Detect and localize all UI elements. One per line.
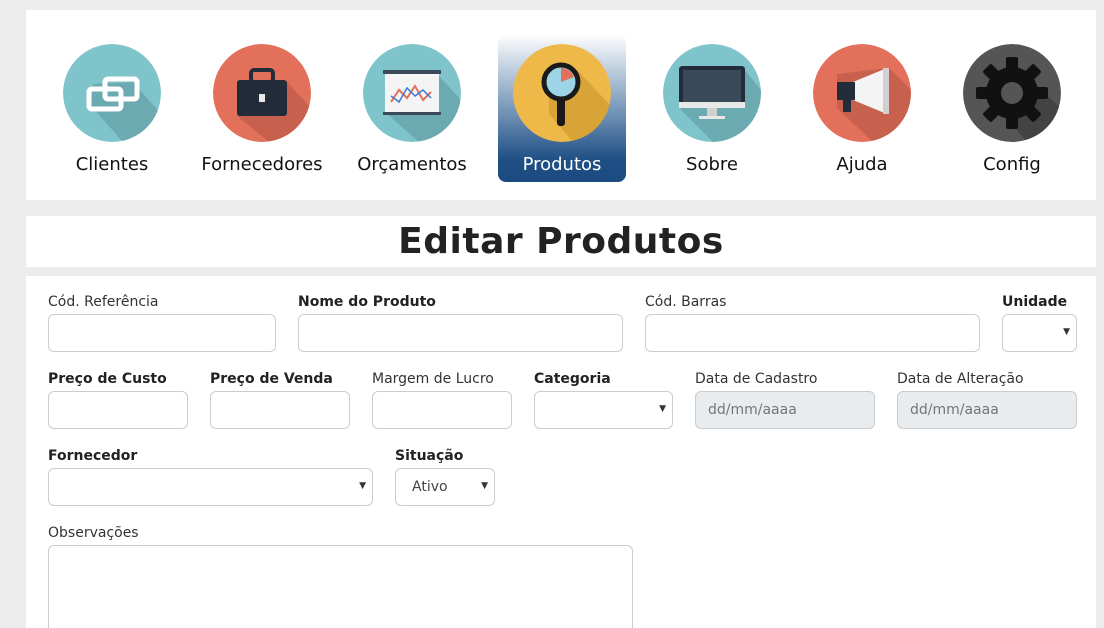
nav-item-orcamentos[interactable]: Orçamentos	[348, 34, 476, 182]
data-cadastro-label: Data de Cadastro	[695, 371, 818, 387]
nav-item-produtos[interactable]: Produtos	[498, 34, 626, 182]
link-icon	[63, 44, 161, 142]
preco-custo-input[interactable]	[48, 391, 188, 429]
briefcase-icon	[213, 44, 311, 142]
nav-item-fornecedores[interactable]: Fornecedores	[198, 34, 326, 182]
cod-barras-label: Cód. Barras	[645, 294, 727, 310]
presentation-chart-icon	[363, 44, 461, 142]
nav-label: Clientes	[75, 154, 149, 175]
nome-produto-label: Nome do Produto	[298, 294, 436, 310]
nav-label: Orçamentos	[357, 154, 467, 175]
chevron-down-icon: ▼	[359, 481, 366, 491]
nav-label: Produtos	[522, 154, 602, 175]
situacao-label: Situação	[395, 448, 464, 464]
nome-produto-input[interactable]	[298, 314, 623, 352]
data-alteracao-label: Data de Alteração	[897, 371, 1024, 387]
monitor-icon	[663, 44, 761, 142]
chevron-down-icon: ▼	[659, 404, 666, 414]
nav-item-ajuda[interactable]: Ajuda	[798, 34, 926, 182]
unidade-select[interactable]: ▼	[1002, 314, 1077, 352]
gear-icon	[963, 44, 1061, 142]
nav-label: Sobre	[686, 154, 738, 175]
page-title: Editar Produtos	[398, 221, 724, 262]
fornecedor-label: Fornecedor	[48, 448, 138, 464]
preco-venda-label: Preço de Venda	[210, 371, 333, 387]
observacoes-label: Observações	[48, 525, 139, 541]
magnifier-icon	[513, 44, 611, 142]
fornecedor-select[interactable]: ▼	[48, 468, 373, 506]
chevron-down-icon: ▼	[1063, 327, 1070, 337]
unidade-label: Unidade	[1002, 294, 1068, 310]
observacoes-textarea[interactable]	[48, 545, 633, 628]
situacao-select[interactable]: Ativo ▼	[395, 468, 495, 506]
nav-label: Ajuda	[836, 154, 888, 175]
megaphone-icon	[813, 44, 911, 142]
nav-item-sobre[interactable]: Sobre	[648, 34, 776, 182]
categoria-select[interactable]: ▼	[534, 391, 673, 429]
nav-item-config[interactable]: Config	[948, 34, 1076, 182]
chevron-down-icon: ▼	[481, 481, 488, 491]
data-alteracao-input	[897, 391, 1077, 429]
cod-barras-input[interactable]	[645, 314, 980, 352]
cod-referencia-input[interactable]	[48, 314, 276, 352]
nav-label: Fornecedores	[201, 154, 323, 175]
nav-item-clientes[interactable]: Clientes	[48, 34, 176, 182]
preco-venda-input[interactable]	[210, 391, 350, 429]
main-nav: Clientes Fornecedores Orçamentos Produto…	[26, 10, 1096, 200]
margem-lucro-input[interactable]	[372, 391, 512, 429]
product-form: Cód. Referência Nome do Produto Cód. Bar…	[26, 276, 1096, 628]
data-cadastro-input	[695, 391, 875, 429]
nav-label: Config	[983, 154, 1041, 175]
cod-referencia-label: Cód. Referência	[48, 294, 159, 310]
margem-lucro-label: Margem de Lucro	[372, 371, 494, 387]
preco-custo-label: Preço de Custo	[48, 371, 167, 387]
page-header: Editar Produtos	[26, 216, 1096, 267]
categoria-label: Categoria	[534, 371, 611, 387]
